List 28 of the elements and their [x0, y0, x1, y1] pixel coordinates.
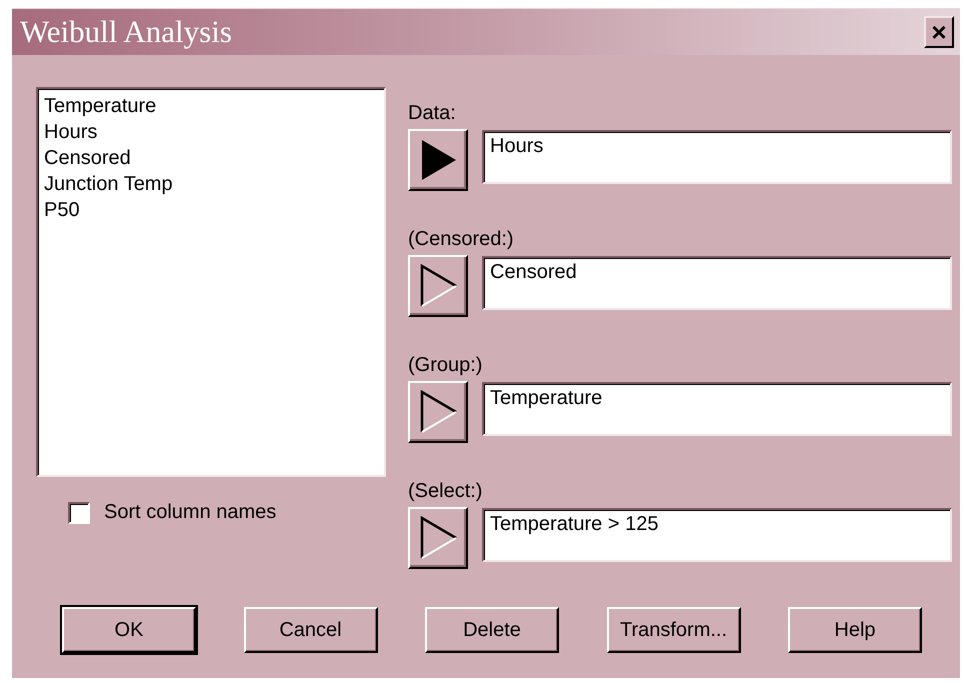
dialog-button[interactable]: Transform...	[606, 607, 740, 653]
arrow-button[interactable]	[408, 507, 468, 569]
field-label: (Select:)	[408, 479, 484, 503]
input-field[interactable]: Temperature > 125	[482, 508, 952, 562]
arrow-button[interactable]	[408, 129, 468, 191]
input-field[interactable]: Hours	[482, 130, 952, 184]
list-item[interactable]: Junction Temp	[44, 171, 378, 197]
field-label: (Group:)	[408, 353, 484, 377]
dialog-button[interactable]: Delete	[425, 607, 559, 653]
column-list[interactable]: Temperature Hours Censored Junction Temp P50	[36, 87, 386, 477]
window-title: Weibull Analysis	[20, 14, 232, 50]
input-field[interactable]: Censored	[482, 256, 952, 310]
sort-checkbox[interactable]: Sort column names	[68, 501, 386, 524]
list-item[interactable]: Temperature	[44, 93, 378, 119]
input-field[interactable]: Temperature	[482, 382, 952, 436]
list-item[interactable]: Hours	[44, 119, 378, 145]
field-label: (Censored:)	[408, 227, 515, 251]
dialog-button[interactable]: Cancel	[244, 607, 378, 653]
close-button[interactable]: ×	[924, 16, 954, 48]
list-item[interactable]: P50	[44, 197, 378, 223]
arrow-button[interactable]	[408, 381, 468, 443]
list-item[interactable]: Censored	[44, 145, 378, 171]
checkbox-label: Sort column names	[104, 501, 276, 524]
checkbox[interactable]	[68, 502, 90, 524]
field-label: Data:	[408, 101, 457, 125]
dialog-button[interactable]: Help	[788, 607, 922, 653]
arrow-button[interactable]	[408, 255, 468, 317]
dialog-button[interactable]: OK	[62, 607, 196, 653]
